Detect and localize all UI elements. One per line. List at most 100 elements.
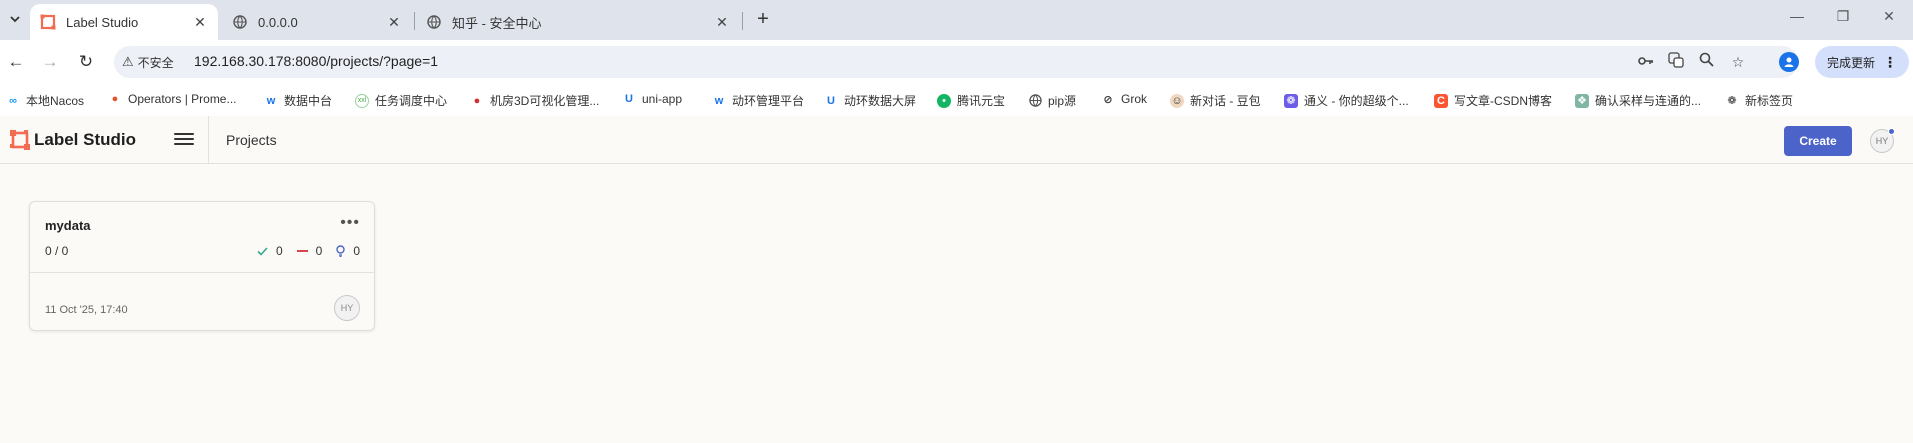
bookmark-label: 机房3D可视化管理... — [490, 94, 600, 108]
openai-icon: ❁ — [1727, 95, 1737, 107]
bookmark-item[interactable]: xxl 任务调度中心 — [355, 92, 447, 109]
close-window-icon[interactable]: ✕ — [1874, 8, 1904, 25]
forward-button[interactable]: → — [38, 50, 62, 74]
address-bar[interactable]: ⚠ 不安全 192.168.30.178:8080/projects/?page… — [114, 46, 1798, 78]
bookmark-item[interactable]: ❖ 确认采样与连通的... — [1575, 92, 1701, 109]
check-icon — [257, 246, 268, 256]
bookmark-item[interactable]: w 动环管理平台 — [712, 92, 804, 109]
tab-strip: Label Studio ✕ 0.0.0.0 ✕ 知乎 - 安全中心 ✕ + —… — [0, 0, 1913, 40]
chevron-down-icon — [10, 16, 20, 23]
nacos-icon: ∞ — [9, 94, 17, 107]
data-platform-icon: w — [714, 94, 724, 107]
emblem-icon: ● — [473, 94, 481, 107]
password-key-icon[interactable] — [1636, 52, 1656, 72]
bookmark-item[interactable]: w 数据中台 — [264, 92, 332, 109]
globe-icon — [426, 14, 442, 30]
translate-icon[interactable] — [1666, 52, 1686, 72]
project-title: mydata — [45, 218, 91, 233]
profile-avatar-icon[interactable] — [1779, 52, 1799, 72]
scheduler-icon: xxl — [355, 93, 369, 108]
tab-label-studio[interactable]: Label Studio ✕ — [30, 4, 218, 40]
bookmark-item[interactable]: U uni-app — [622, 92, 682, 106]
bookmark-item[interactable]: pip源 — [1028, 92, 1076, 109]
breadcrumb[interactable]: Projects — [226, 132, 277, 148]
bookmark-label: 动环管理平台 — [732, 94, 805, 108]
owner-avatar: HY — [334, 295, 360, 321]
lightbulb-icon — [336, 245, 346, 257]
restore-window-icon[interactable]: ❐ — [1828, 8, 1858, 25]
security-label: 不安全 — [137, 55, 174, 70]
more-horizontal-icon[interactable]: ••• — [340, 214, 360, 232]
grok-icon: ⊘ — [1103, 93, 1113, 106]
bookmark-item[interactable]: ● 机房3D可视化管理... — [470, 92, 600, 109]
doubao-icon: ☺ — [1170, 93, 1184, 108]
yuanbao-icon: • — [937, 93, 951, 108]
bookmark-item[interactable]: ∞ 本地Nacos — [6, 92, 84, 109]
skipped-stat: 0 — [296, 244, 323, 258]
project-progress: 0 / 0 — [45, 244, 69, 258]
predictions-stat: 0 — [336, 244, 360, 258]
tongyi-icon: ❁ — [1284, 93, 1298, 108]
data-platform-icon: w — [266, 94, 276, 107]
tab-0-0-0-0[interactable]: 0.0.0.0 ✕ — [222, 4, 412, 40]
bookmark-item[interactable]: ❁ 新标签页 — [1725, 92, 1793, 109]
project-card[interactable]: mydata ••• 0 / 0 0 0 0 11 Oct '25, 17:40… — [29, 201, 375, 331]
uni-app-icon: U — [827, 94, 835, 107]
globe-icon — [1028, 94, 1042, 108]
uni-app-icon: U — [625, 93, 633, 105]
brand-name: Label Studio — [34, 130, 136, 149]
tab-divider — [414, 12, 415, 30]
close-tab-icon[interactable]: ✕ — [386, 14, 402, 31]
bookmark-label: pip源 — [1048, 94, 1077, 108]
bookmark-label: 任务调度中心 — [375, 94, 448, 108]
create-project-button[interactable]: Create — [1784, 126, 1852, 156]
security-indicator[interactable]: ⚠ 不安全 — [122, 52, 174, 72]
csdn-icon: C — [1434, 93, 1448, 108]
bookmark-label: Grok — [1121, 92, 1148, 106]
update-button[interactable]: 完成更新 ⋮ — [1815, 46, 1909, 78]
bookmark-item[interactable]: ● Operators | Prome... — [108, 92, 237, 106]
bookmark-item[interactable]: ❁ 通义 - 你的超级个... — [1284, 92, 1409, 109]
url-text[interactable]: 192.168.30.178:8080/projects/?page=1 — [194, 53, 438, 69]
label-studio-logo[interactable]: Label Studio — [10, 130, 136, 150]
back-button[interactable]: ← — [4, 50, 28, 74]
browser-toolbar: ← → ↻ ⚠ 不安全 192.168.30.178:8080/projects… — [0, 40, 1913, 84]
reload-button[interactable]: ↻ — [74, 50, 98, 74]
skipped-count: 0 — [315, 244, 323, 258]
label-studio-logo-icon — [10, 130, 30, 150]
close-tab-icon[interactable]: ✕ — [714, 14, 730, 31]
close-tab-icon[interactable]: ✕ — [192, 14, 208, 31]
globe-icon — [232, 14, 248, 30]
bookmark-label: 写文章-CSDN博客 — [1454, 94, 1552, 108]
notification-dot — [1888, 128, 1895, 135]
zoom-icon[interactable] — [1696, 52, 1716, 72]
tab-title: 0.0.0.0 — [258, 14, 298, 30]
tab-title: Label Studio — [66, 14, 139, 30]
bookmark-item[interactable]: U 动环数据大屏 — [824, 92, 916, 109]
more-vertical-icon: ⋮ — [1883, 53, 1897, 70]
bookmark-star-icon[interactable]: ☆ — [1728, 52, 1748, 72]
user-avatar[interactable]: HY — [1870, 128, 1895, 153]
avatar-initials: HY — [1875, 136, 1889, 146]
hamburger-menu-icon[interactable] — [174, 130, 194, 150]
tab-divider — [742, 12, 743, 30]
card-divider — [30, 272, 374, 273]
bookmark-item[interactable]: C 写文章-CSDN博客 — [1434, 92, 1552, 109]
header-divider — [208, 116, 209, 164]
tab-search-button[interactable] — [4, 8, 26, 30]
new-tab-button[interactable]: + — [752, 9, 774, 31]
bookmark-item[interactable]: ⊘ Grok — [1101, 92, 1147, 106]
prometheus-icon: ● — [111, 93, 119, 105]
tab-title: 知乎 - 安全中心 — [452, 15, 542, 31]
chatgpt-icon: ❖ — [1575, 93, 1589, 108]
bookmark-label: 确认采样与连通的... — [1595, 94, 1702, 108]
bookmark-label: 本地Nacos — [26, 94, 85, 108]
project-stats: 0 0 0 — [257, 244, 360, 258]
bookmark-item[interactable]: • 腾讯元宝 — [937, 92, 1005, 109]
minimize-window-icon[interactable]: — — [1782, 8, 1812, 24]
bookmark-item[interactable]: ☺ 新对话 - 豆包 — [1170, 92, 1261, 109]
tab-zhihu[interactable]: 知乎 - 安全中心 ✕ — [416, 4, 740, 40]
app-header: Label Studio Projects Create HY — [0, 116, 1913, 164]
owner-initials: HY — [340, 303, 354, 313]
warning-icon: ⚠ — [122, 54, 134, 69]
